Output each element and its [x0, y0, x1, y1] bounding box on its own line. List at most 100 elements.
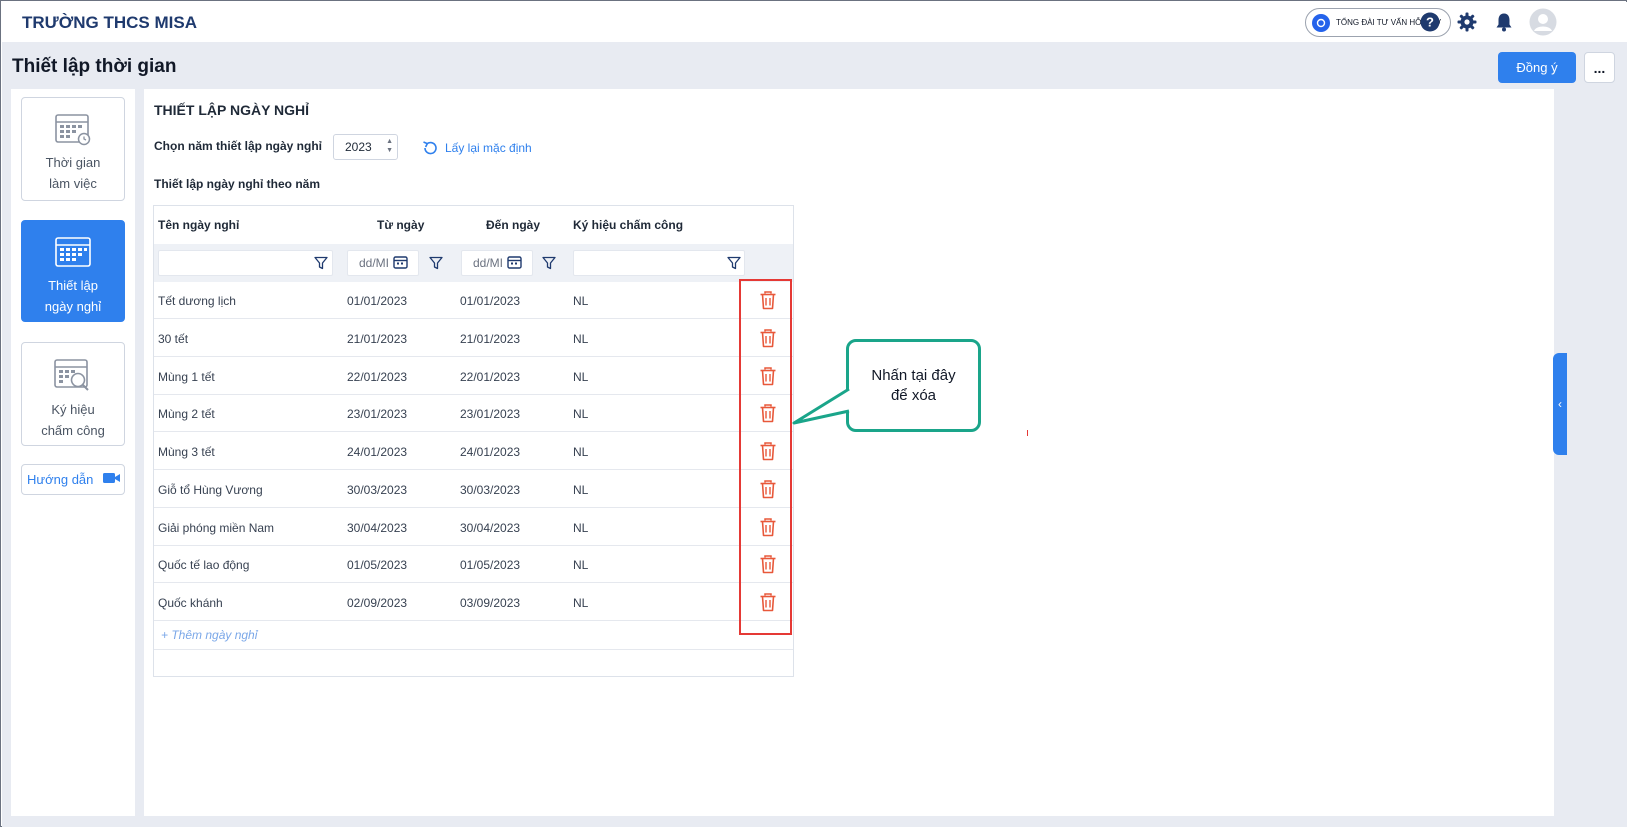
cell-attendance-code: NL	[573, 407, 589, 422]
filter-row: dd/MI dd/MI	[154, 244, 793, 282]
cell-to-date: 01/05/2023	[460, 558, 521, 573]
table-row[interactable]: Mùng 3 tết 24/01/2023 24/01/2023 NL	[154, 432, 793, 470]
calendar-small-icon[interactable]	[393, 255, 408, 272]
page-title: Thiết lập thời gian	[12, 56, 177, 77]
guide-label: Hướng dẫn	[27, 472, 94, 487]
sidebar-item-label: Ký hiệu	[51, 402, 95, 417]
sidebar-item-label: Thời gian	[45, 155, 101, 170]
collapse-panel-tab[interactable]: ‹	[1553, 353, 1567, 455]
year-label: Chọn năm thiết lập ngày nghỉ	[154, 139, 322, 153]
table-footer	[154, 649, 793, 650]
callout-bubble: Nhấn tại đây để xóa	[846, 339, 981, 432]
svg-text:?: ?	[1426, 15, 1434, 30]
cell-to-date: 21/01/2023	[460, 331, 521, 346]
sidebar-item-label: chấm công	[41, 423, 105, 438]
cell-attendance-code: NL	[573, 369, 589, 384]
section-subtitle: Thiết lập ngày nghỉ theo năm	[154, 177, 321, 191]
guide-button[interactable]: Hướng dẫn	[21, 464, 125, 495]
reset-default-button[interactable]: Lấy lại mặc định	[421, 139, 532, 157]
cell-from-date: 21/01/2023	[347, 331, 408, 346]
filter-icon[interactable]	[542, 256, 556, 275]
cell-from-date: 24/01/2023	[347, 445, 408, 459]
sidebar-item-attendance-codes[interactable]: Ký hiệu chấm công	[21, 342, 125, 446]
cell-holiday-name: Tết dương lịch	[158, 294, 236, 308]
stepper-arrows-icon[interactable]: ▲ ▼	[386, 137, 393, 155]
cell-from-date: 23/01/2023	[347, 407, 408, 422]
cell-to-date: 03/09/2023	[460, 596, 521, 610]
gear-icon[interactable]	[1456, 11, 1478, 33]
name-filter-input[interactable]	[158, 250, 333, 276]
sidebar-item-holidays[interactable]: Thiết lập ngày nghỉ	[21, 220, 125, 322]
delete-column-highlight	[739, 279, 792, 635]
cell-attendance-code: NL	[573, 596, 589, 610]
cell-to-date: 23/01/2023	[460, 407, 521, 422]
cell-holiday-name: Mùng 1 tết	[158, 369, 215, 384]
table-row[interactable]: Mùng 1 tết 22/01/2023 22/01/2023 NL	[154, 357, 793, 395]
avatar-icon[interactable]	[1529, 8, 1557, 36]
date-placeholder: dd/MI	[473, 256, 504, 270]
help-icon[interactable]: ?	[1419, 11, 1441, 33]
cell-from-date: 01/05/2023	[347, 558, 408, 573]
to-date-filter-input[interactable]: dd/MI	[461, 250, 533, 276]
add-holiday-link[interactable]: + Thêm ngày nghỉ	[161, 628, 257, 642]
column-header-name: Tên ngày nghỉ	[158, 218, 240, 232]
cell-from-date: 30/03/2023	[347, 482, 408, 497]
brand-title: TRƯỜNG THCS MISA	[22, 13, 197, 32]
section-title: THIẾT LẬP NGÀY NGHỈ	[154, 102, 310, 118]
cell-from-date: 02/09/2023	[347, 596, 408, 610]
cell-from-date: 01/01/2023	[347, 294, 408, 308]
cell-to-date: 30/04/2023	[460, 520, 521, 535]
sidebar-item-label: Thiết lập	[48, 278, 98, 293]
column-header-code: Ký hiệu chấm công	[573, 218, 684, 232]
year-value: 2023	[345, 140, 372, 154]
calendar-small-icon[interactable]	[507, 255, 522, 272]
calendar-clock-icon	[22, 112, 124, 146]
holiday-table: Tên ngày nghỉ Từ ngày Đến ngày Ký hiệu c…	[153, 205, 794, 677]
sidebar-item-label: ngày nghỉ	[44, 299, 102, 314]
sidebar: Thời gian làm việc Thiết lập ngày nghỉ K…	[11, 89, 135, 816]
cell-attendance-code: NL	[573, 482, 589, 497]
code-filter-input[interactable]	[573, 250, 745, 276]
more-options-button[interactable]: ...	[1584, 52, 1615, 83]
cell-holiday-name: Quốc tế lao động	[158, 558, 250, 573]
sidebar-item-label: làm việc	[49, 176, 97, 191]
cursor-mark	[1027, 430, 1028, 436]
callout-pointer	[792, 387, 850, 425]
reset-default-label: Lấy lại mặc định	[445, 141, 532, 155]
calendar-search-icon	[22, 357, 124, 393]
cell-attendance-code: NL	[573, 331, 589, 346]
calendar-icon	[22, 235, 124, 269]
cell-attendance-code: NL	[573, 558, 589, 573]
column-header-from: Từ ngày	[377, 218, 425, 232]
callout-text: để xóa	[890, 386, 937, 404]
table-row[interactable]: Quốc khánh 02/09/2023 03/09/2023 NL	[154, 583, 793, 621]
filter-icon[interactable]	[727, 256, 741, 275]
cell-holiday-name: Giỗ tổ Hùng Vương	[158, 482, 263, 497]
cell-to-date: 24/01/2023	[460, 445, 521, 459]
date-placeholder: dd/MI	[359, 256, 390, 270]
bell-icon[interactable]	[1493, 11, 1515, 33]
phone-icon	[1312, 13, 1330, 32]
year-stepper[interactable]: 2023 ▲ ▼	[333, 134, 398, 160]
filter-icon[interactable]	[429, 256, 443, 275]
agree-button[interactable]: Đồng ý	[1498, 52, 1576, 83]
sidebar-item-working-time[interactable]: Thời gian làm việc	[21, 97, 125, 201]
cell-attendance-code: NL	[573, 445, 589, 459]
table-row[interactable]: Tết dương lịch 01/01/2023 01/01/2023 NL	[154, 281, 793, 319]
filter-icon[interactable]	[314, 256, 328, 275]
refresh-icon	[423, 141, 437, 155]
callout-text: Nhấn tại đây	[871, 366, 956, 384]
cell-holiday-name: 30 tết	[158, 331, 189, 346]
table-row[interactable]: Mùng 2 tết 23/01/2023 23/01/2023 NL	[154, 394, 793, 433]
table-row[interactable]: Quốc tế lao động 01/05/2023 01/05/2023 NL	[154, 545, 793, 584]
from-date-filter-input[interactable]: dd/MI	[347, 250, 419, 276]
cell-to-date: 30/03/2023	[460, 482, 521, 497]
table-row[interactable]: Giỗ tổ Hùng Vương 30/03/2023 30/03/2023 NL	[154, 470, 793, 508]
cell-holiday-name: Mùng 2 tết	[158, 407, 215, 422]
cell-attendance-code: NL	[573, 294, 589, 308]
cell-to-date: 01/01/2023	[460, 294, 521, 308]
video-camera-icon	[103, 472, 121, 487]
app-window: TRƯỜNG THCS MISA TỔNG ĐÀI TƯ VẤN HỖ TRỢ …	[0, 0, 1627, 827]
table-row[interactable]: 30 tết 21/01/2023 21/01/2023 NL	[154, 319, 793, 357]
table-row[interactable]: Giải phóng miền Nam 30/04/2023 30/04/2023 N…	[154, 508, 793, 546]
